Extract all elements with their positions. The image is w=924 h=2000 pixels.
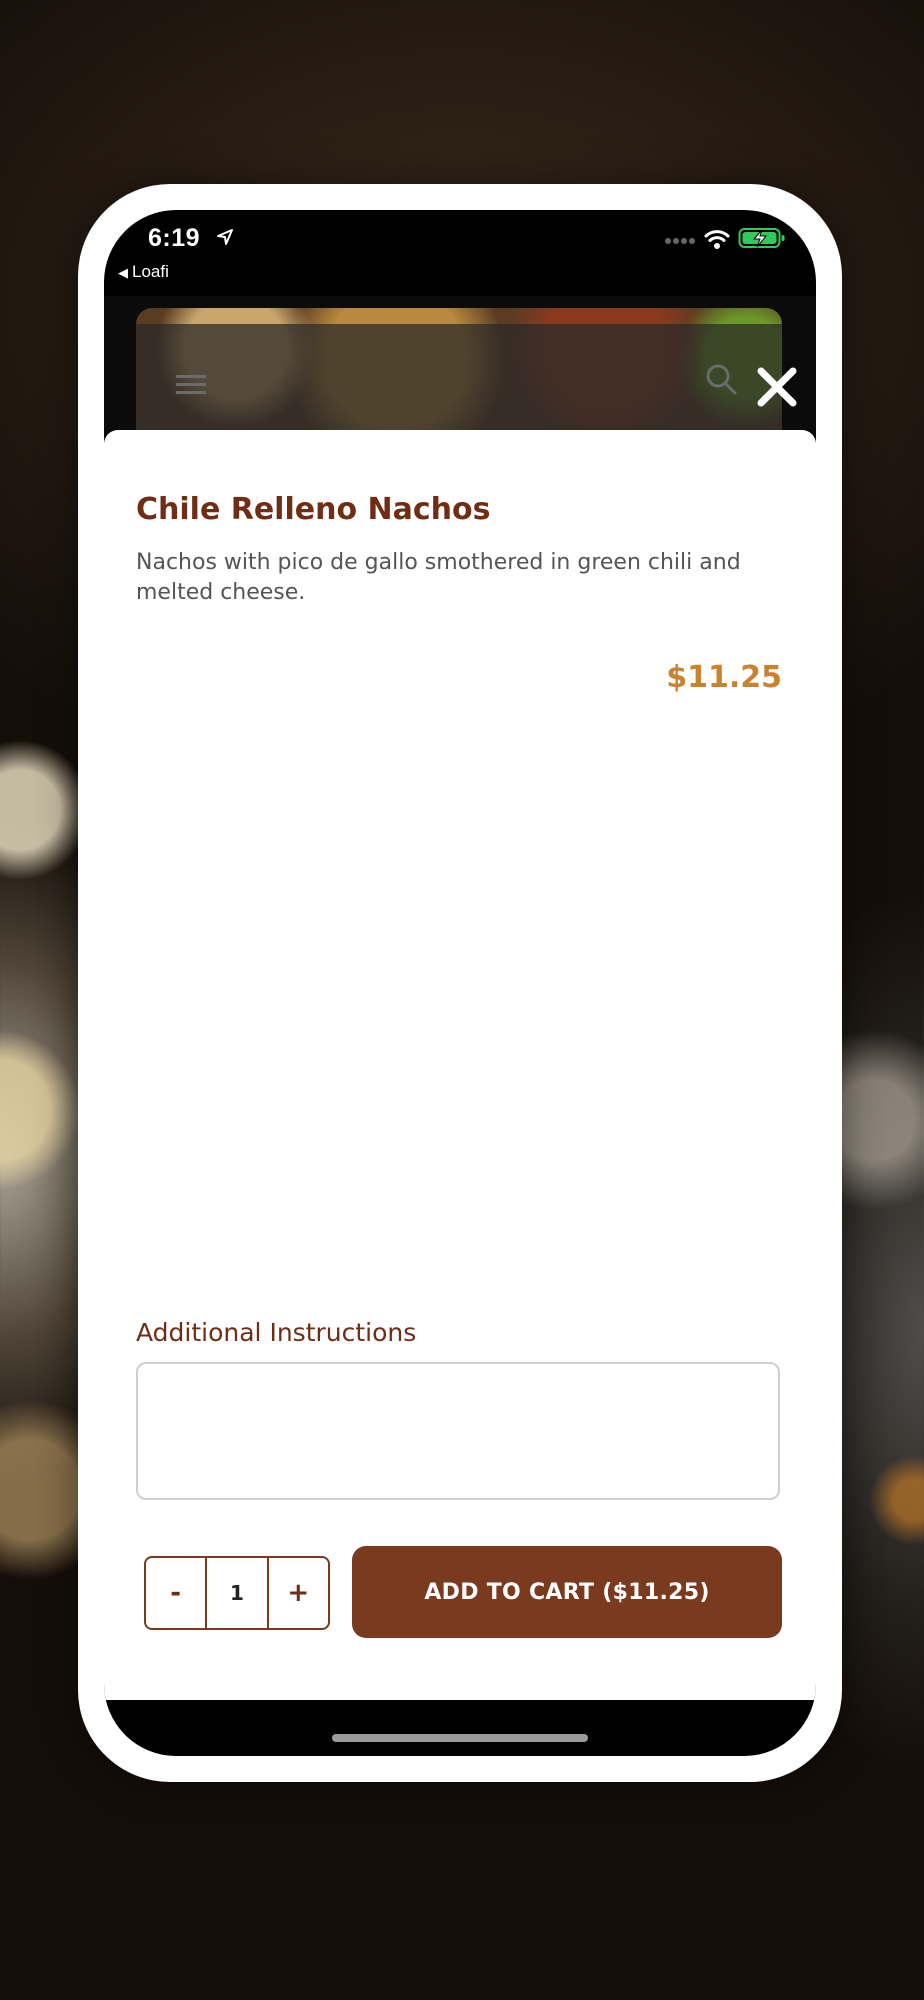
add-to-cart-button[interactable]: ADD TO CART ($11.25): [352, 1546, 782, 1638]
item-detail-sheet: Chile Relleno Nachos Nachos with pico de…: [104, 430, 816, 1700]
instructions-label: Additional Instructions: [136, 1318, 417, 1347]
item-description: Nachos with pico de gallo smothered in g…: [136, 550, 741, 605]
quantity-stepper: - 1 +: [144, 1556, 330, 1630]
notch: [264, 210, 656, 264]
back-triangle-icon: ◀: [118, 265, 128, 280]
phone-frame: 6:19 ◀ Loafi Chile Relleno Nachos Nachos…: [78, 184, 842, 1782]
status-time: 6:19: [148, 224, 201, 252]
phone-screen: 6:19 ◀ Loafi Chile Relleno Nachos Nachos…: [104, 210, 816, 1756]
background-food-left: [0, 690, 80, 1670]
wifi-icon: [704, 230, 730, 249]
decrement-button[interactable]: -: [146, 1558, 205, 1628]
close-icon: [757, 367, 797, 407]
increment-button[interactable]: +: [269, 1558, 328, 1628]
item-price: $11.25: [666, 660, 782, 695]
item-title: Chile Relleno Nachos: [136, 492, 491, 527]
menu-icon: [176, 375, 206, 394]
search-icon: [706, 364, 737, 395]
home-indicator[interactable]: [332, 1734, 588, 1742]
back-to-app-link[interactable]: ◀ Loafi: [118, 262, 169, 282]
location-arrow-icon: [217, 229, 233, 245]
close-button[interactable]: [752, 362, 802, 412]
back-app-label: Loafi: [132, 262, 169, 281]
quantity-value: 1: [205, 1558, 269, 1628]
instructions-input[interactable]: [136, 1362, 780, 1500]
battery-charging-icon: [738, 228, 785, 248]
signal-icon: [665, 238, 695, 244]
hero-food-image: [136, 308, 782, 448]
